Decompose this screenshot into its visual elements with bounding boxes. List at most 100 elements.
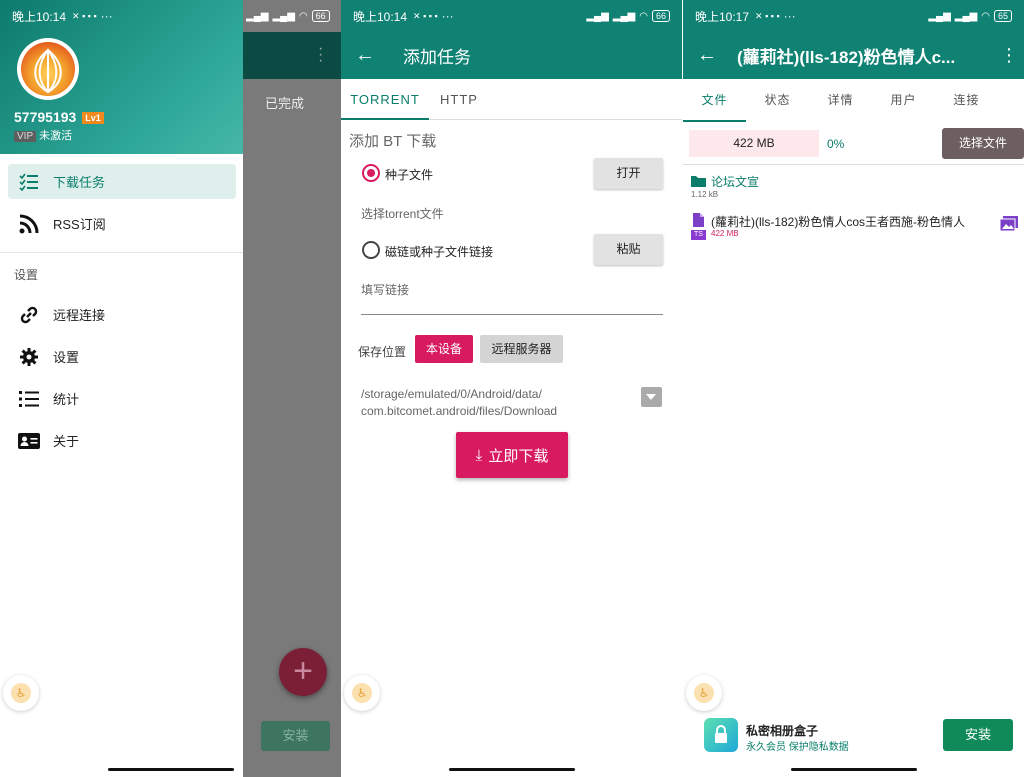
link-input[interactable]: 填写链接 xyxy=(361,281,409,298)
list-icon xyxy=(18,388,40,410)
user-id: 57795193 Lv1 xyxy=(14,109,104,125)
menu-item-rss[interactable]: RSS订阅 xyxy=(8,206,236,241)
accessibility-icon: ♿ xyxy=(352,683,372,703)
add-fab: + xyxy=(279,648,327,696)
vip-row: VIP 未激活 xyxy=(14,127,72,143)
app-bar: ← 添加任务 xyxy=(341,32,682,79)
section-label-settings: 设置 xyxy=(14,268,39,282)
status-more: ··· xyxy=(783,9,796,23)
radio-torrent-file[interactable] xyxy=(362,164,380,182)
status-bar: 晚上10:14 ✕ ▪ ▪ ▪ ··· ▂▄▆ ▂▄▆ ◠ 66 xyxy=(341,0,682,32)
nav-drawer-panel: · · · 已完成 + 安装 晚上10:14 ✕ ▪ ▪ ▪ ··· ▂▄▆ ▂▄▆… xyxy=(0,0,341,777)
menu-item-stats[interactable]: 统计 xyxy=(8,381,236,416)
accessibility-button[interactable]: ♿ xyxy=(344,675,380,711)
status-more: ··· xyxy=(100,9,113,23)
status-bar: 晚上10:17 ✕ ▪ ▪ ▪ ··· ▂▄▆ ▂▄▆ ◠ 65 xyxy=(683,0,1024,32)
checklist-icon xyxy=(18,171,40,193)
device-button[interactable]: 本设备 xyxy=(415,335,473,363)
radio-magnet[interactable] xyxy=(362,241,380,259)
task-detail-panel: 晚上10:17 ✕ ▪ ▪ ▪ ··· ▂▄▆ ▂▄▆ ◠ 65 ← (蘿莉社)… xyxy=(683,0,1024,777)
save-location-label: 保存位置 xyxy=(358,345,407,359)
home-indicator[interactable] xyxy=(107,768,234,771)
gallery-icon[interactable] xyxy=(1000,216,1018,231)
status-bar: 晚上10:14 ✕ ▪ ▪ ▪ ··· ▂▄▆ ▂▄▆ ◠ 66 xyxy=(0,0,341,32)
ad-title: 私密相册盒子 xyxy=(746,724,819,738)
magnet-label: 磁链或种子文件链接 xyxy=(385,245,494,259)
menu-label: 下载任务 xyxy=(53,175,106,190)
home-indicator[interactable] xyxy=(790,768,917,771)
tab-files[interactable]: 文件 xyxy=(683,80,746,122)
download-label: 立即下载 xyxy=(488,447,549,465)
id-card-icon xyxy=(18,430,40,452)
accessibility-button[interactable]: ♿ xyxy=(3,675,39,711)
user-id-text: 57795193 xyxy=(14,109,77,125)
level-badge: Lv1 xyxy=(82,112,104,125)
signal-icon-2: ▂▄▆ xyxy=(954,10,978,22)
menu-item-about[interactable]: 关于 xyxy=(8,423,236,458)
accessibility-icon: ♿ xyxy=(11,683,31,703)
menu-label: 远程连接 xyxy=(53,308,106,323)
home-indicator[interactable] xyxy=(448,768,575,771)
file-name[interactable]: (蘿莉社)(lls-182)粉色情人cos王者西施-粉色情人 xyxy=(711,213,965,230)
divider xyxy=(683,164,1024,165)
tab-bar: 文件 状态 详情 用户 连接 xyxy=(683,80,1024,122)
remote-server-button[interactable]: 远程服务器 xyxy=(480,335,563,363)
folder-size: 1.12 kB xyxy=(691,190,719,199)
more-icon[interactable]: ⋮ xyxy=(994,45,1024,66)
status-time: 晚上10:17 xyxy=(695,9,750,24)
menu-item-settings[interactable]: 设置 xyxy=(8,339,236,374)
add-task-panel: 晚上10:14 ✕ ▪ ▪ ▪ ··· ▂▄▆ ▂▄▆ ◠ 66 ← 添加任务 … xyxy=(341,0,682,777)
behind-install-button: 安装 xyxy=(261,721,330,751)
vip-status: 未激活 xyxy=(39,130,73,142)
battery-icon: 65 xyxy=(993,10,1012,22)
menu-label: RSS订阅 xyxy=(53,217,106,232)
ad-banner[interactable]: 私密相册盒子 永久会员 保护隐私数据 安装 xyxy=(683,712,1024,760)
download-icon: ⤓ xyxy=(475,446,483,464)
app-logo xyxy=(17,38,79,100)
signal-icon-2: ▂▄▆ xyxy=(272,10,295,22)
back-arrow-icon[interactable]: ← xyxy=(683,44,731,67)
wifi-icon: ◠ xyxy=(981,10,990,22)
status-time: 晚上10:14 xyxy=(12,9,67,24)
vip-badge: VIP xyxy=(14,131,37,142)
accessibility-icon: ♿ xyxy=(694,683,714,703)
app-bar: ← (蘿莉社)(lls-182)粉色情人c... ⋮ xyxy=(683,32,1024,79)
tab-details[interactable]: 详情 xyxy=(809,80,872,121)
tab-connections[interactable]: 连接 xyxy=(935,80,998,121)
open-button[interactable]: 打开 xyxy=(594,158,663,189)
torrent-file-label: 种子文件 xyxy=(385,168,434,182)
signal-icon: ▂▄▆ xyxy=(586,10,609,22)
file-icon xyxy=(693,213,704,227)
paste-button[interactable]: 粘贴 xyxy=(594,234,663,265)
menu-item-downloads[interactable]: 下载任务 xyxy=(8,164,236,199)
signal-icon: ▂▄▆ xyxy=(928,10,951,22)
tab-status[interactable]: 状态 xyxy=(746,80,809,121)
behind-appbar xyxy=(243,32,341,79)
folder-icon xyxy=(691,176,706,187)
accessibility-button[interactable]: ♿ xyxy=(686,675,722,711)
behind-tab-done: 已完成 xyxy=(265,96,305,111)
signal-icon-2: ▂▄▆ xyxy=(612,10,636,22)
tab-peers[interactable]: 用户 xyxy=(872,80,935,121)
select-files-button[interactable]: 选择文件 xyxy=(942,128,1024,159)
menu-label: 关于 xyxy=(53,434,80,449)
total-size: 422 MB xyxy=(689,130,819,157)
save-path-line2: com.bitcomet.android/files/Download xyxy=(361,404,558,418)
folder-name[interactable]: 论坛文宣 xyxy=(711,173,759,190)
torrent-hint: 选择torrent文件 xyxy=(361,207,444,221)
tab-http[interactable]: HTTP xyxy=(429,80,489,119)
path-dropdown-icon[interactable] xyxy=(641,387,662,407)
battery-icon: 66 xyxy=(651,10,670,22)
menu-label: 统计 xyxy=(53,392,80,407)
tab-torrent[interactable]: TORRENT xyxy=(341,80,429,120)
menu-item-remote[interactable]: 远程连接 xyxy=(8,297,236,332)
ad-app-icon xyxy=(704,718,738,752)
page-title: 添加任务 xyxy=(403,48,471,67)
download-now-button[interactable]: ⤓ 立即下载 xyxy=(456,432,568,478)
link-input-underline xyxy=(361,314,663,315)
save-path-line1: /storage/emulated/0/Android/data/ xyxy=(361,387,542,401)
section-title: 添加 BT 下载 xyxy=(349,133,437,150)
back-arrow-icon[interactable]: ← xyxy=(341,44,389,67)
status-icons: ✕ ▪ ▪ ▪ xyxy=(755,10,780,21)
ad-install-button[interactable]: 安装 xyxy=(943,719,1013,751)
